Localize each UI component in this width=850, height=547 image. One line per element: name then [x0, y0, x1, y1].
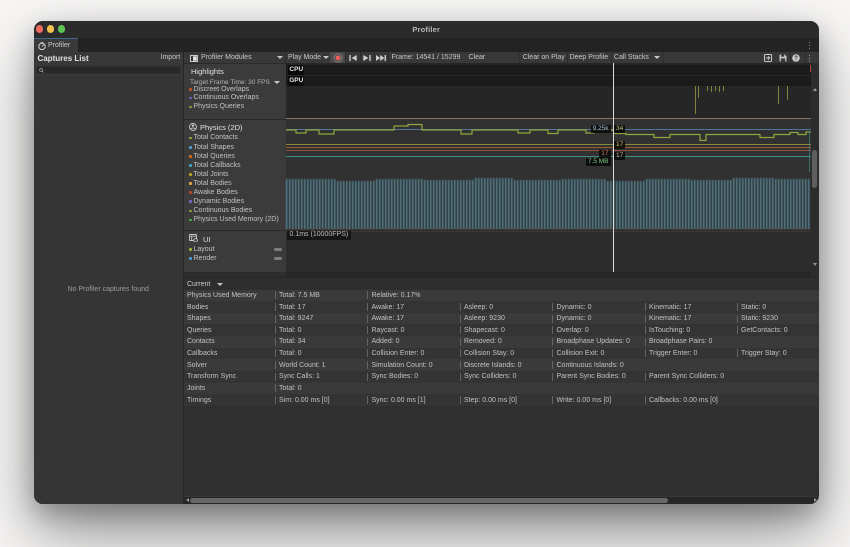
svg-text:?: ? — [794, 56, 798, 62]
